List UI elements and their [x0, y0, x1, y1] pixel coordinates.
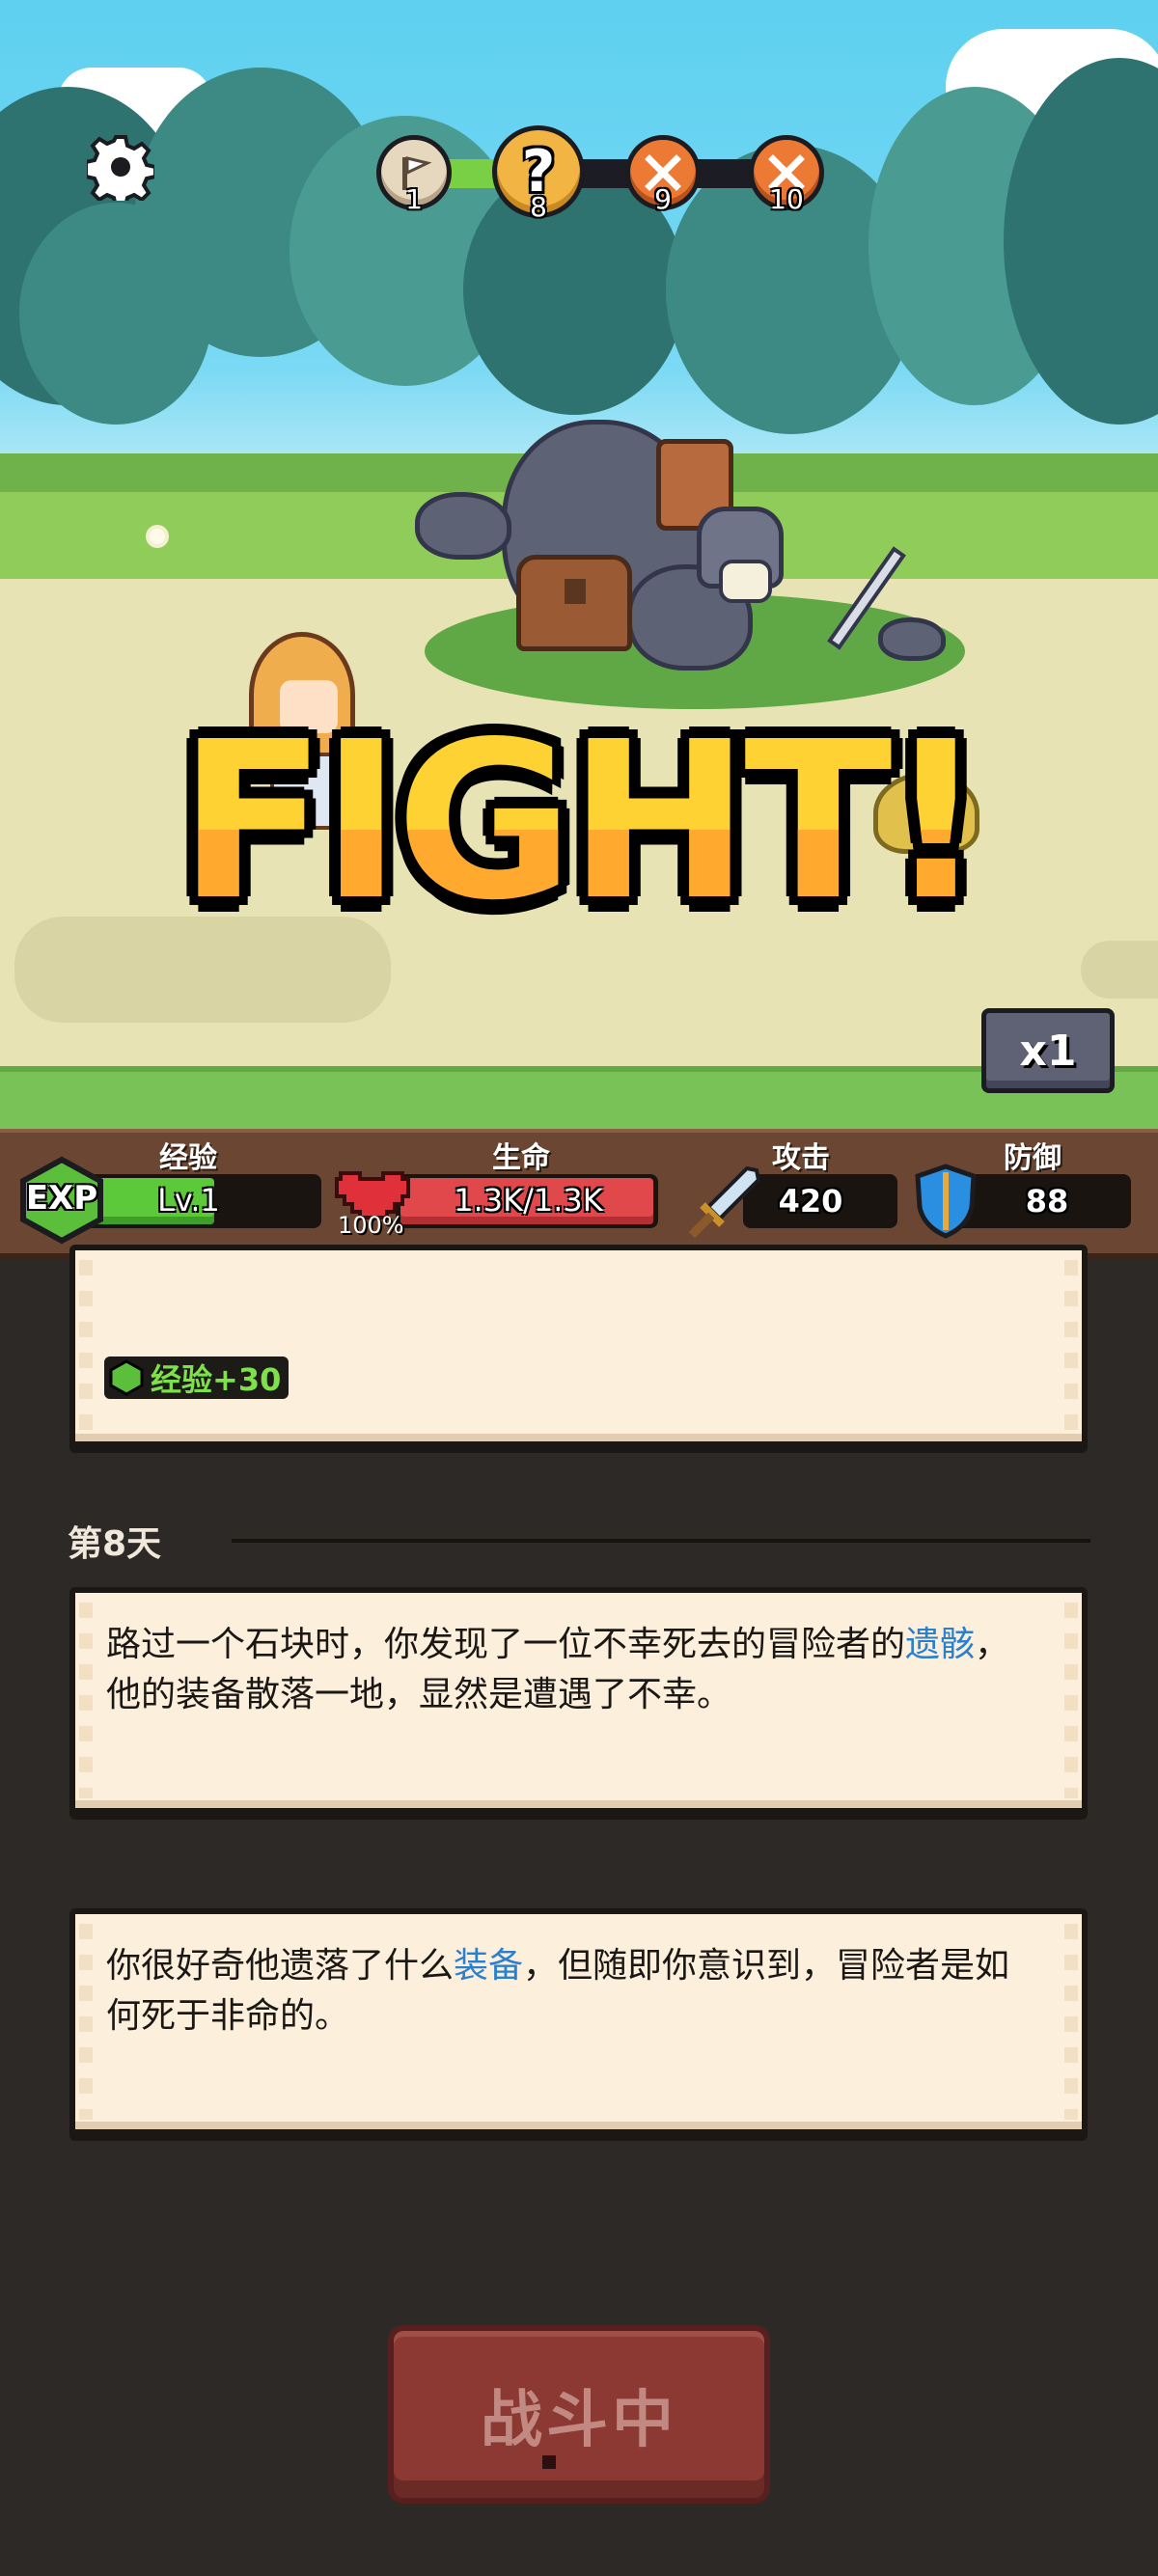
- exp-reward-chip: 经验+30: [104, 1357, 290, 1399]
- hp-value: 1.3K/1.3K: [454, 1182, 603, 1219]
- stage-number: 8: [530, 191, 547, 223]
- in-battle-label: 战斗中: [481, 2384, 677, 2456]
- keyword-equipment[interactable]: 装备: [454, 1946, 523, 1986]
- story-text-segment: 路过一个石块时，你发现了一位不幸死去的冒险者的: [106, 1625, 906, 1664]
- stage-number: 10: [769, 183, 804, 215]
- settings-button[interactable]: [87, 133, 154, 201]
- gear-icon: [87, 135, 154, 201]
- defense-value: 88: [1025, 1183, 1069, 1219]
- exp-badge-label: EXP: [25, 1179, 98, 1218]
- exp-reward-text: 经验+30: [151, 1361, 282, 1398]
- exp-level: Lv.1: [157, 1182, 220, 1219]
- attack-value: 420: [778, 1183, 843, 1219]
- game-screen: FIGHT! FIGHT! 1 ? 8: [0, 0, 1158, 2576]
- shield-icon: [915, 1164, 977, 1239]
- path-shadow: [1081, 941, 1158, 999]
- exp-icon: [109, 1359, 144, 1396]
- stage-node-battle[interactable]: 10: [749, 135, 824, 215]
- flower: [150, 529, 165, 544]
- reward-card: 经验+30: [69, 1245, 1088, 1447]
- small-rock: [415, 492, 511, 560]
- backpack-chest: [516, 555, 632, 651]
- defense-title: 防御: [1004, 1141, 1062, 1175]
- stage-node-battle[interactable]: 9: [625, 135, 701, 215]
- tree: [19, 203, 212, 425]
- story-card: 你很好奇他遗落了什么装备，但随即你意识到，冒险者是如何死于非命的。: [69, 1908, 1088, 2135]
- pebble: [878, 617, 946, 661]
- day-label: 第8天: [68, 1524, 162, 1564]
- skeleton-skull: [719, 560, 772, 603]
- hp-title: 生命: [492, 1141, 550, 1175]
- story-text-segment: 你很好奇他遗落了什么: [106, 1946, 455, 1986]
- story-card: 路过一个石块时，你发现了一位不幸死去的冒险者的遗骸，他的装备散落一地，显然是遭遇…: [69, 1587, 1088, 1814]
- stage-node-current[interactable]: ? 8: [492, 125, 585, 223]
- stage-number: 9: [654, 183, 672, 215]
- in-battle-button[interactable]: 战斗中: [388, 2325, 770, 2504]
- keyword-remains[interactable]: 遗骸: [905, 1625, 975, 1664]
- hp-percent: 100%: [338, 1212, 404, 1239]
- day-divider: [232, 1539, 1090, 1543]
- story-text: 你很好奇他遗落了什么装备，但随即你意识到，冒险者是如何死于非命的。: [106, 1941, 1043, 2042]
- exp-title: 经验: [159, 1141, 217, 1175]
- story-text: 路过一个石块时，你发现了一位不幸死去的冒险者的遗骸，他的装备散落一地，显然是遭遇…: [106, 1620, 1043, 1720]
- cursor-dot: [542, 2455, 556, 2469]
- stage-number: 1: [405, 183, 423, 215]
- speed-toggle-button[interactable]: x1: [981, 1008, 1115, 1093]
- battle-scene: FIGHT! FIGHT! 1 ? 8: [0, 0, 1158, 1129]
- stage-node-1[interactable]: 1: [376, 135, 452, 215]
